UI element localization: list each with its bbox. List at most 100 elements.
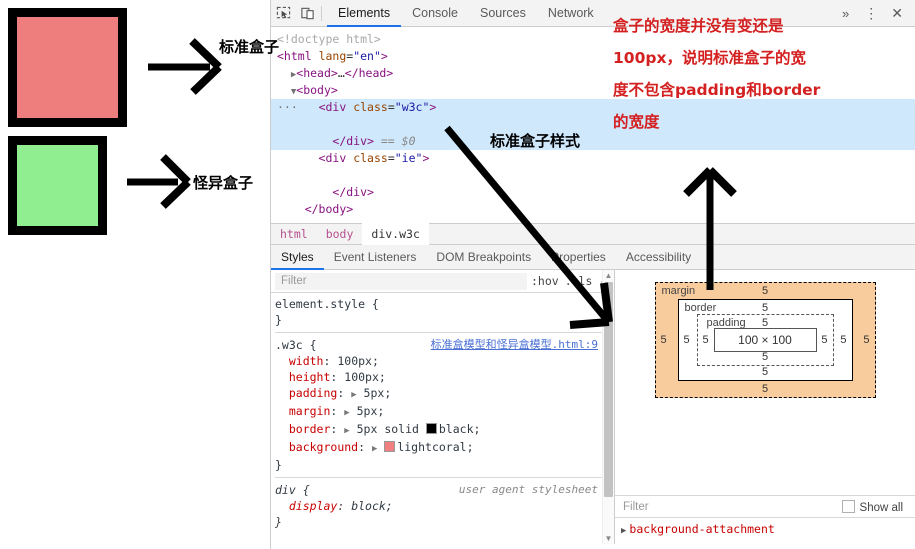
styles-and-computed-split: Filter :hov .cls + element.style { }: [271, 270, 915, 544]
border-top-value[interactable]: 5: [679, 302, 852, 314]
styles-pane: Filter :hov .cls + element.style { }: [271, 270, 615, 544]
padding-left-value[interactable]: 5: [703, 334, 709, 346]
devtools-tabbar: Elements Console Sources Network » ⋮ ✕: [271, 0, 915, 27]
border-left-value[interactable]: 5: [684, 334, 690, 346]
margin-right-value[interactable]: 5: [863, 334, 869, 346]
styles-scrollbar[interactable]: ▲ ▼: [602, 270, 614, 544]
devtools-tabbar-right: » ⋮ ✕: [834, 5, 915, 22]
css-declaration[interactable]: display: block;: [275, 498, 614, 514]
dom-line[interactable]: </body>: [271, 201, 915, 218]
css-rule-div-useragent[interactable]: div { user agent stylesheet display: blo…: [275, 482, 614, 530]
css-rule-w3c[interactable]: .w3c { 标准盒模型和怪异盒模型.html:9 width: 100px; …: [275, 337, 614, 473]
computed-property-name[interactable]: background-attachment: [629, 522, 774, 536]
breadcrumb-item-divw3c[interactable]: div.w3c: [362, 223, 429, 245]
color-swatch-black[interactable]: [425, 423, 437, 434]
css-selector[interactable]: div { user agent stylesheet: [275, 482, 614, 498]
expand-triangle-icon[interactable]: ▶: [344, 426, 349, 436]
computed-properties-list[interactable]: ▶ background-attachment: [615, 518, 915, 544]
css-declaration[interactable]: background: ▶ lightcoral;: [275, 439, 614, 457]
styles-filter-row: Filter :hov .cls +: [271, 270, 614, 293]
css-declaration[interactable]: width: 100px;: [275, 353, 614, 369]
toolbar-divider: [321, 5, 322, 21]
box-model-padding[interactable]: padding 5 5 5 5 100 × 100: [696, 314, 834, 366]
computed-filter-row: Filter Show all: [615, 495, 915, 518]
tab-network[interactable]: Network: [537, 0, 605, 27]
dom-line[interactable]: [271, 116, 915, 133]
computed-pane: margin 5 5 5 5 border 5 5 5 5 padding 5 …: [615, 270, 915, 544]
screenshot-canvas: Elements Console Sources Network » ⋮ ✕ <…: [0, 0, 915, 549]
margin-left-value[interactable]: 5: [661, 334, 667, 346]
padding-top-value[interactable]: 5: [698, 317, 833, 329]
cls-toggle[interactable]: .cls: [565, 274, 599, 288]
dom-line[interactable]: ▼<body>: [271, 82, 915, 99]
rule-divider: [275, 332, 614, 333]
css-rule-close: }: [275, 313, 282, 327]
scroll-up-icon[interactable]: ▲: [603, 270, 614, 281]
devtools-panel: Elements Console Sources Network » ⋮ ✕ <…: [270, 0, 915, 549]
devtools-menu-icon[interactable]: ⋮: [857, 5, 885, 22]
more-tabs-icon[interactable]: »: [834, 6, 857, 21]
dom-line[interactable]: <!doctype html>: [271, 31, 915, 48]
styles-subtabbar: Styles Event Listeners DOM Breakpoints P…: [271, 245, 915, 270]
css-declaration[interactable]: margin: ▶ 5px;: [275, 403, 614, 421]
css-rules-list: element.style { } .w3c { 标准盒模型和怪异盒模型.htm…: [271, 293, 614, 530]
css-source-link[interactable]: 标准盒模型和怪异盒模型.html:9: [431, 337, 598, 353]
styles-filter-input[interactable]: Filter: [275, 272, 527, 290]
dom-line[interactable]: <div class="ie">: [271, 150, 915, 167]
dom-line[interactable]: <html lang="en">: [271, 48, 915, 65]
expand-triangle-icon[interactable]: ▶: [351, 390, 356, 400]
breadcrumb-item-body[interactable]: body: [317, 224, 363, 244]
tab-styles[interactable]: Styles: [271, 245, 324, 270]
expand-triangle-icon[interactable]: ▶: [344, 408, 349, 418]
color-swatch-lightcoral[interactable]: [384, 441, 396, 452]
css-selector[interactable]: element.style {: [275, 296, 614, 312]
dom-line[interactable]: </div>: [271, 184, 915, 201]
box-model-diagram: margin 5 5 5 5 border 5 5 5 5 padding 5 …: [615, 270, 915, 398]
show-all-label: Show all: [859, 501, 903, 514]
computed-filter-input[interactable]: Filter: [615, 501, 842, 513]
margin-top-value[interactable]: 5: [656, 285, 875, 297]
box-model-content-size[interactable]: 100 × 100: [713, 328, 817, 352]
css-declaration[interactable]: padding: ▶ 5px;: [275, 385, 614, 403]
padding-bottom-value[interactable]: 5: [698, 351, 833, 363]
hov-toggle[interactable]: :hov: [531, 274, 565, 288]
quirk-box-sample: [8, 136, 107, 235]
css-declaration[interactable]: border: ▶ 5px solid black;: [275, 421, 614, 439]
inspect-element-icon[interactable]: [271, 1, 295, 25]
tab-sources[interactable]: Sources: [469, 0, 537, 27]
show-all-checkbox[interactable]: [841, 499, 855, 513]
css-rule-close: }: [275, 515, 282, 529]
tab-elements[interactable]: Elements: [327, 0, 402, 27]
breadcrumb-item-html[interactable]: html: [271, 224, 317, 244]
dom-line[interactable]: ▶<head>…</head>: [271, 65, 915, 82]
scrollbar-thumb[interactable]: [604, 282, 613, 497]
expand-triangle-icon[interactable]: ▶: [621, 526, 626, 536]
dom-line[interactable]: </div> == $0: [271, 133, 915, 150]
close-icon[interactable]: ✕: [885, 5, 909, 22]
css-selector[interactable]: .w3c { 标准盒模型和怪异盒模型.html:9: [275, 337, 614, 353]
margin-bottom-value[interactable]: 5: [656, 383, 875, 395]
breadcrumb: html body div.w3c: [271, 223, 915, 245]
tab-accessibility[interactable]: Accessibility: [616, 245, 701, 270]
box-model-border[interactable]: border 5 5 5 5 padding 5 5 5 5 100 × 100: [677, 299, 853, 381]
show-all-toggle[interactable]: Show all: [841, 499, 915, 514]
css-declaration[interactable]: height: 100px;: [275, 369, 614, 385]
css-rule-element-style[interactable]: element.style { }: [275, 296, 614, 328]
border-bottom-value[interactable]: 5: [679, 366, 852, 378]
standard-box-sample: [8, 8, 127, 127]
tab-properties[interactable]: Properties: [541, 245, 616, 270]
tab-console[interactable]: Console: [401, 0, 469, 27]
expand-triangle-icon[interactable]: ▶: [372, 444, 377, 454]
border-right-value[interactable]: 5: [840, 334, 846, 346]
scroll-down-icon[interactable]: ▼: [603, 533, 614, 544]
box-model-margin[interactable]: margin 5 5 5 5 border 5 5 5 5 padding 5 …: [654, 282, 876, 398]
dom-tree[interactable]: <!doctype html> <html lang="en"> ▶<head>…: [271, 27, 915, 223]
useragent-source-label: user agent stylesheet: [458, 483, 598, 496]
tab-dom-breakpoints[interactable]: DOM Breakpoints: [426, 245, 541, 270]
device-toolbar-icon[interactable]: [295, 1, 319, 25]
dom-line[interactable]: [271, 167, 915, 184]
padding-right-value[interactable]: 5: [821, 334, 827, 346]
css-rule-close: }: [275, 458, 282, 472]
dom-line-selected[interactable]: ··· <div class="w3c">: [271, 99, 915, 116]
tab-event-listeners[interactable]: Event Listeners: [324, 245, 427, 270]
